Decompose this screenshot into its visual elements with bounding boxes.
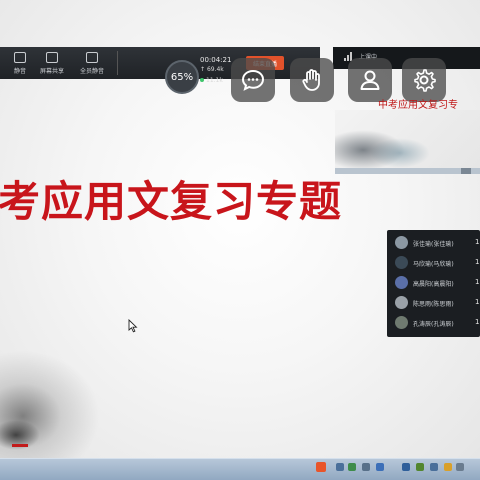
participant-row[interactable]: 高晨阳(高晨阳) 1 [395, 274, 480, 292]
input-method-icon[interactable] [316, 462, 326, 472]
participant-count: 1 [475, 278, 480, 286]
participant-row[interactable]: 孔涛辰(孔涛辰) 1 [395, 314, 480, 332]
toolbar-mute-all-label: 全员静音 [79, 68, 104, 75]
video-scrollbar[interactable] [335, 168, 480, 174]
toolbar-mute-all-button[interactable]: 全员静音 [72, 52, 112, 75]
avatar [395, 276, 408, 289]
participant-name: 孔涛辰(孔涛辰) [413, 321, 454, 328]
chat-button[interactable] [231, 58, 275, 102]
participant-count: 1 [475, 258, 480, 266]
gear-icon [414, 69, 436, 92]
status-dot-icon [200, 78, 204, 82]
shield-icon[interactable] [336, 463, 344, 471]
chat-bubble-icon [241, 69, 265, 91]
app-tray-icon[interactable] [444, 463, 452, 471]
user-icon [360, 70, 380, 90]
slide-header-text: 中考应用文复习专 [378, 100, 458, 111]
hand-icon [302, 69, 320, 91]
participant-name: 陈思雨(陈思雨) [413, 301, 454, 308]
network-icon[interactable] [402, 463, 410, 471]
mouse-cursor-icon [128, 319, 138, 333]
live-class-window: 静音 屏幕共享 全员静音 65% 00:04:21 ↑ 69.4k 11.1k … [0, 0, 480, 480]
participant-row[interactable]: 陈思雨(陈思雨) 1 [395, 294, 480, 312]
app-tray-icon[interactable] [430, 463, 438, 471]
red-seal-decoration [12, 444, 28, 447]
download-value: 11.1k [206, 77, 223, 84]
participant-count: 1 [475, 298, 480, 306]
avatar [395, 236, 408, 249]
participant-name: 马欣瑜(马欣瑜) [413, 261, 454, 268]
screen-share-icon [46, 52, 58, 63]
participant-name: 高晨阳(高晨阳) [413, 281, 454, 288]
avatar [395, 256, 408, 269]
slide-title: 考应用文复习专题 [0, 177, 343, 226]
avatar [395, 316, 408, 329]
participant-count: 1 [475, 238, 480, 246]
avatar [395, 296, 408, 309]
upload-stat: ↑ 69.4k [200, 66, 224, 73]
cpu-usage-gauge: 65% [165, 60, 199, 94]
app-tray-icon[interactable] [416, 463, 424, 471]
participant-name: 张佳瑜(张佳瑜) [413, 241, 454, 248]
download-stat: 11.1k [200, 77, 223, 84]
video-preview[interactable] [335, 110, 480, 168]
toolbar-screen-share-button[interactable]: 屏幕共享 [32, 52, 72, 75]
toolbar-screen-share-label: 屏幕共享 [39, 68, 64, 75]
participant-row[interactable]: 马欣瑜(马欣瑜) 1 [395, 254, 480, 272]
volume-icon[interactable] [362, 463, 370, 471]
upload-value: 69.4k [206, 66, 224, 73]
video-ink-shape-2 [370, 138, 430, 168]
mute-icon [14, 52, 26, 63]
participant-count: 1 [475, 318, 480, 326]
toolbar-divider [117, 51, 118, 75]
participant-row[interactable]: 张佳瑜(张佳瑜) 1 [395, 234, 480, 252]
mute-all-icon [86, 52, 98, 63]
participant-list: 张佳瑜(张佳瑜) 1 马欣瑜(马欣瑜) 1 高晨阳(高晨阳) 1 陈思雨(陈思雨… [387, 230, 480, 337]
raise-hand-button[interactable] [290, 58, 334, 102]
bluetooth-icon[interactable] [376, 463, 384, 471]
security-icon[interactable] [348, 463, 356, 471]
app-tray-icon[interactable] [456, 463, 464, 471]
live-timer: 00:04:21 [200, 56, 232, 64]
scrollbar-thumb[interactable] [461, 168, 471, 174]
